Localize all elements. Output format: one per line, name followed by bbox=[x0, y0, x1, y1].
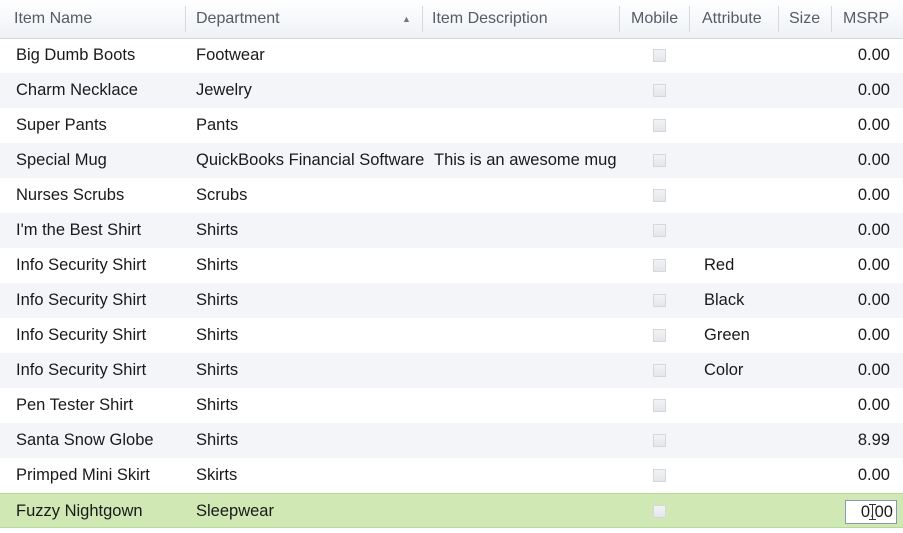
attribute-cell[interactable]: Black bbox=[704, 283, 744, 318]
department-cell[interactable]: Footwear bbox=[196, 38, 265, 73]
item-name-cell[interactable]: Santa Snow Globe bbox=[16, 423, 154, 458]
sort-ascending-icon: ▲ bbox=[402, 14, 411, 24]
mobile-checkbox[interactable] bbox=[653, 84, 666, 97]
msrp-cell[interactable]: 0.00 bbox=[858, 143, 890, 178]
item-name-cell[interactable]: Fuzzy Nightgown bbox=[16, 494, 143, 529]
department-cell[interactable]: Shirts bbox=[196, 283, 238, 318]
item-name-cell[interactable]: Super Pants bbox=[16, 108, 107, 143]
table-row[interactable]: Super Pants Pants 0.00 bbox=[0, 108, 903, 143]
mobile-checkbox[interactable] bbox=[653, 189, 666, 202]
msrp-cell[interactable]: 8.99 bbox=[858, 423, 890, 458]
department-cell[interactable]: Shirts bbox=[196, 318, 238, 353]
department-cell[interactable]: Shirts bbox=[196, 248, 238, 283]
text-cursor-icon bbox=[869, 504, 876, 520]
table-row[interactable]: Nurses Scrubs Scrubs 0.00 bbox=[0, 178, 903, 213]
msrp-edit-input[interactable]: 0.00 bbox=[845, 500, 897, 524]
table-row[interactable]: Fuzzy Nightgown Sleepwear 0.00 bbox=[0, 493, 903, 528]
table-row[interactable]: Info Security Shirt Shirts Color 0.00 bbox=[0, 353, 903, 388]
msrp-cell[interactable]: 0.00 bbox=[858, 353, 890, 388]
column-header-item-description[interactable]: Item Description bbox=[418, 0, 618, 38]
department-cell[interactable]: Pants bbox=[196, 108, 238, 143]
department-cell[interactable]: QuickBooks Financial Software bbox=[196, 143, 424, 178]
msrp-cell[interactable]: 0.00 bbox=[858, 458, 890, 493]
item-name-cell[interactable]: Primped Mini Skirt bbox=[16, 458, 150, 493]
table-row[interactable]: Primped Mini Skirt Skirts 0.00 bbox=[0, 458, 903, 493]
mobile-checkbox[interactable] bbox=[653, 434, 666, 447]
department-cell[interactable]: Shirts bbox=[196, 423, 238, 458]
department-cell[interactable]: Scrubs bbox=[196, 178, 247, 213]
mobile-checkbox[interactable] bbox=[653, 329, 666, 342]
msrp-edit-value: 0.00 bbox=[860, 503, 893, 521]
department-cell[interactable]: Shirts bbox=[196, 388, 238, 423]
item-name-cell[interactable]: Big Dumb Boots bbox=[16, 38, 135, 73]
mobile-checkbox[interactable] bbox=[653, 49, 666, 62]
department-cell[interactable]: Sleepwear bbox=[196, 494, 274, 529]
department-cell[interactable]: Skirts bbox=[196, 458, 237, 493]
msrp-cell[interactable]: 0.00 bbox=[858, 213, 890, 248]
item-name-cell[interactable]: Nurses Scrubs bbox=[16, 178, 124, 213]
column-header-size[interactable]: Size bbox=[775, 0, 831, 38]
mobile-checkbox[interactable] bbox=[653, 119, 666, 132]
mobile-checkbox[interactable] bbox=[653, 505, 666, 518]
items-grid: Item Name Department ▲ Item Description … bbox=[0, 0, 903, 533]
msrp-cell[interactable]: 0.00 bbox=[858, 178, 890, 213]
table-row[interactable]: Special Mug QuickBooks Financial Softwar… bbox=[0, 143, 903, 178]
table-row[interactable]: Charm Necklace Jewelry 0.00 bbox=[0, 73, 903, 108]
table-row[interactable]: Info Security Shirt Shirts Red 0.00 bbox=[0, 248, 903, 283]
mobile-checkbox[interactable] bbox=[653, 399, 666, 412]
msrp-cell[interactable]: 0.00 bbox=[858, 283, 890, 318]
item-name-cell[interactable]: I'm the Best Shirt bbox=[16, 213, 141, 248]
department-cell[interactable]: Shirts bbox=[196, 213, 238, 248]
item-name-cell[interactable]: Info Security Shirt bbox=[16, 248, 146, 283]
description-cell[interactable]: This is an awesome mug bbox=[434, 143, 617, 178]
msrp-cell[interactable]: 0.00 bbox=[858, 73, 890, 108]
table-row[interactable]: Pen Tester Shirt Shirts 0.00 bbox=[0, 388, 903, 423]
mobile-checkbox[interactable] bbox=[653, 154, 666, 167]
mobile-checkbox[interactable] bbox=[653, 294, 666, 307]
column-header-department[interactable]: Department bbox=[182, 0, 422, 38]
attribute-cell[interactable]: Red bbox=[704, 248, 734, 283]
mobile-checkbox[interactable] bbox=[653, 469, 666, 482]
table-row[interactable]: Santa Snow Globe Shirts 8.99 bbox=[0, 423, 903, 458]
table-row[interactable]: Big Dumb Boots Footwear 0.00 bbox=[0, 38, 903, 73]
column-header-attribute[interactable]: Attribute bbox=[688, 0, 778, 38]
msrp-cell[interactable]: 0.00 bbox=[858, 108, 890, 143]
item-name-cell[interactable]: Pen Tester Shirt bbox=[16, 388, 133, 423]
column-header-item-name[interactable]: Item Name bbox=[0, 0, 185, 38]
mobile-checkbox[interactable] bbox=[653, 224, 666, 237]
grid-header: Item Name Department ▲ Item Description … bbox=[0, 0, 903, 39]
mobile-checkbox[interactable] bbox=[653, 259, 666, 272]
item-name-cell[interactable]: Info Security Shirt bbox=[16, 283, 146, 318]
column-header-msrp[interactable]: MSRP bbox=[829, 0, 903, 38]
item-name-cell[interactable]: Info Security Shirt bbox=[16, 353, 146, 388]
msrp-cell[interactable]: 0.00 bbox=[858, 388, 890, 423]
attribute-cell[interactable]: Green bbox=[704, 318, 750, 353]
msrp-cell[interactable]: 0.00 bbox=[858, 38, 890, 73]
attribute-cell[interactable]: Color bbox=[704, 353, 743, 388]
department-cell[interactable]: Shirts bbox=[196, 353, 238, 388]
item-name-cell[interactable]: Special Mug bbox=[16, 143, 107, 178]
table-row[interactable]: Info Security Shirt Shirts Green 0.00 bbox=[0, 318, 903, 353]
department-cell[interactable]: Jewelry bbox=[196, 73, 252, 108]
table-row[interactable]: Info Security Shirt Shirts Black 0.00 bbox=[0, 283, 903, 318]
msrp-cell[interactable]: 0.00 bbox=[858, 318, 890, 353]
mobile-checkbox[interactable] bbox=[653, 364, 666, 377]
item-name-cell[interactable]: Info Security Shirt bbox=[16, 318, 146, 353]
table-row[interactable]: I'm the Best Shirt Shirts 0.00 bbox=[0, 213, 903, 248]
msrp-cell[interactable]: 0.00 bbox=[858, 248, 890, 283]
item-name-cell[interactable]: Charm Necklace bbox=[16, 73, 138, 108]
column-header-mobile[interactable]: Mobile bbox=[617, 0, 689, 38]
